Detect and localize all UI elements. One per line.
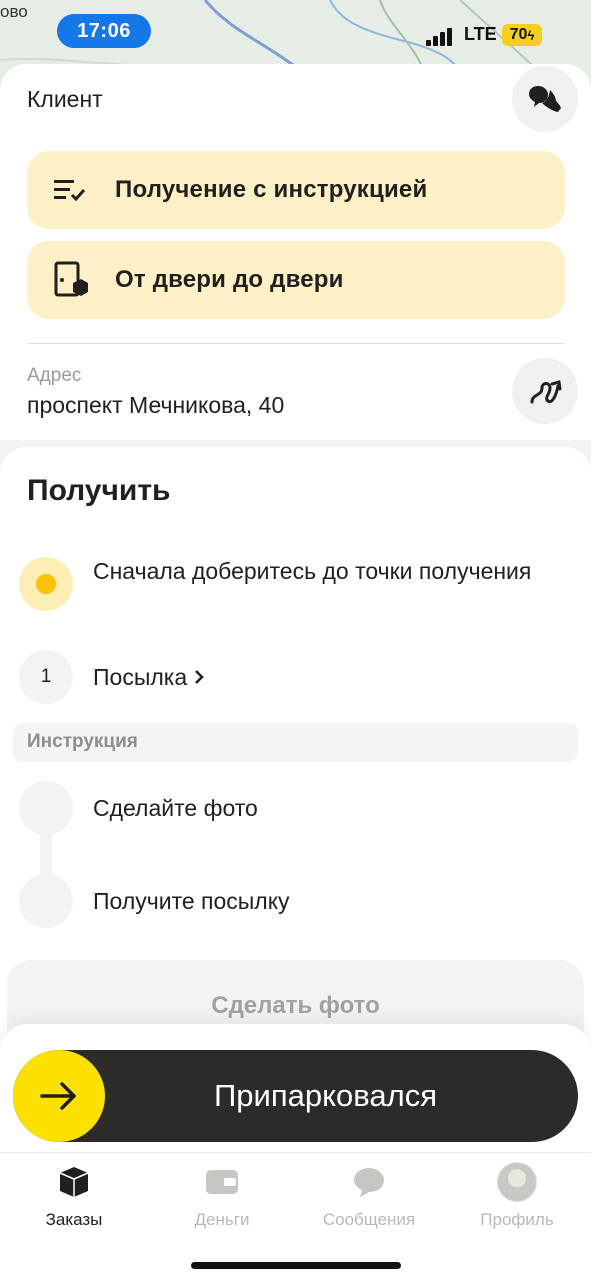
route-button[interactable] [512, 358, 578, 424]
charging-icon: ϟ [527, 27, 535, 43]
tab-money[interactable]: Деньги [148, 1162, 296, 1230]
tab-label: Заказы [45, 1210, 103, 1229]
parked-slider[interactable]: Припарковался [13, 1050, 578, 1142]
parcel-link-label: Посылка [93, 664, 188, 690]
chevron-right-icon [195, 670, 204, 684]
map-label: ово [0, 2, 28, 21]
battery-indicator: 70 ϟ [502, 24, 542, 46]
slider-label: Припарковался [214, 1078, 437, 1113]
section-title: Получить [27, 474, 171, 507]
instruction-header: Инструкция [13, 723, 578, 762]
route-icon [530, 380, 562, 404]
tab-profile[interactable]: Профиль [443, 1162, 591, 1230]
take-photo-label: Сделать фото [211, 992, 380, 1019]
battery-level: 70 [509, 26, 528, 43]
tabbar-divider [0, 1152, 591, 1153]
call-client-button[interactable] [512, 66, 578, 132]
option-label: Получение с инструкцией [115, 176, 428, 203]
wallet-icon [206, 1170, 238, 1194]
client-card: Клиент Получение с инструкцией От двери [0, 64, 591, 440]
option-label: От двери до двери [115, 266, 344, 293]
tab-label: Деньги [194, 1210, 250, 1229]
step-number-badge: 1 [19, 650, 73, 704]
network-type: LTE [464, 24, 497, 44]
door-package-icon [54, 261, 88, 297]
tab-messages[interactable]: Сообщения [295, 1162, 443, 1230]
option-door-to-door[interactable]: От двери до двери [27, 241, 565, 319]
bottom-panel: Припарковался Заказы Деньги Сообщения Пр… [0, 1024, 591, 1280]
instruction-step-indicator [19, 874, 73, 928]
instruction-step-indicator [19, 781, 73, 835]
instruction-step-text: Сделайте фото [93, 795, 258, 821]
home-indicator[interactable] [191, 1262, 401, 1269]
option-instruction-pickup[interactable]: Получение с инструкцией [27, 151, 565, 229]
client-label: Клиент [27, 86, 103, 112]
box-icon [59, 1167, 89, 1197]
tab-label: Профиль [480, 1210, 554, 1229]
parcel-link[interactable]: Посылка [93, 663, 205, 691]
instruction-header-label: Инструкция [27, 731, 138, 752]
signal-icon [426, 26, 456, 46]
chat-bubble-icon [354, 1168, 384, 1197]
instruction-step-text: Получите посылку [93, 888, 290, 914]
avatar [497, 1162, 537, 1202]
step-status-indicator [19, 557, 73, 611]
tab-label: Сообщения [322, 1210, 416, 1229]
status-time: 17:06 [57, 14, 151, 48]
checklist-icon [54, 180, 86, 202]
phone-chat-icon [529, 86, 561, 112]
divider [27, 343, 565, 344]
address-value[interactable]: проспект Мечникова, 40 [27, 392, 284, 419]
step-text: Сначала доберитесь до точки получения [93, 558, 532, 584]
tab-orders[interactable]: Заказы [0, 1162, 148, 1230]
address-caption: Адрес [27, 365, 82, 386]
